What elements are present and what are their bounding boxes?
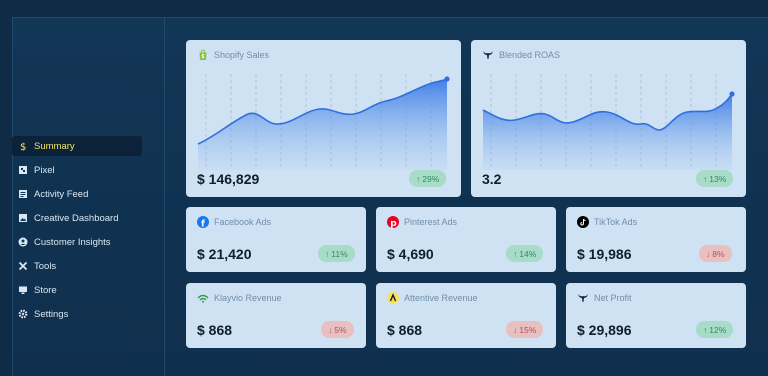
arrow-down-icon: ↓: [513, 324, 518, 335]
sidebar-item-label: Store: [34, 284, 57, 296]
store-icon: [18, 285, 28, 295]
arrow-up-icon: ↑: [513, 248, 518, 259]
tiktok-icon: [577, 216, 589, 228]
change-badge: ↑ 11%: [318, 245, 355, 262]
card-title: Blended ROAS: [499, 50, 561, 60]
triple-whale-icon: [577, 292, 589, 304]
card-title: Net Profit: [594, 293, 632, 303]
svg-text:$: $: [20, 142, 26, 151]
card-title: Facebook Ads: [214, 217, 272, 227]
svg-text:f: f: [201, 220, 205, 229]
blended-roas-sparkline: [482, 74, 735, 170]
shopify-icon: [197, 49, 209, 61]
klaviyo-icon: [197, 292, 209, 304]
tools-icon: [18, 261, 28, 271]
klaviyo-revenue-card[interactable]: Klayvio Revenue $ 868 ↓ 5%: [186, 283, 366, 348]
shopify-sales-sparkline: [197, 74, 450, 170]
feed-icon: [18, 189, 28, 199]
change-badge: ↓ 15%: [506, 321, 544, 338]
change-badge: ↑ 13%: [696, 170, 734, 187]
change-badge: ↓ 5%: [321, 321, 354, 338]
blended-roas-card[interactable]: Blended ROAS 3.2 ↑ 13%: [471, 40, 746, 197]
sidebar-item-pixel[interactable]: Pixel: [12, 160, 142, 180]
image-icon: [18, 213, 28, 223]
sidebar-item-tools[interactable]: Tools: [12, 256, 142, 276]
card-value: 3.2: [482, 171, 502, 187]
sidebar-item-label: Tools: [34, 260, 57, 272]
arrow-up-icon: ↑: [416, 173, 421, 184]
sidebar-item-label: Activity Feed: [34, 188, 89, 200]
arrow-down-icon: ↓: [706, 248, 711, 259]
card-value: $ 146,829: [197, 171, 260, 187]
arrow-down-icon: ↓: [328, 324, 333, 335]
pinterest-ads-card[interactable]: p Pinterest Ads $ 4,690 ↑ 14%: [376, 207, 556, 272]
card-title: Attentive Revenue: [404, 293, 478, 303]
pinterest-icon: p: [387, 216, 399, 228]
shopify-sales-card[interactable]: Shopify Sales $ 146,829 ↑ 29%: [186, 40, 461, 197]
card-title: Klayvio Revenue: [214, 293, 282, 303]
sidebar-item-store[interactable]: Store: [12, 280, 142, 300]
sidebar-item-label: Creative Dashboard: [34, 212, 119, 224]
sidebar-item-settings[interactable]: Settings: [12, 304, 142, 324]
user-icon: [18, 237, 28, 247]
tiktok-ads-card[interactable]: TikTok Ads $ 19,986 ↓ 8%: [566, 207, 746, 272]
card-title: Shopify Sales: [214, 50, 270, 60]
sidebar-item-summary[interactable]: $ Summary: [12, 136, 142, 156]
sidebar-item-label: Summary: [34, 140, 75, 152]
sidebar-item-label: Settings: [34, 308, 69, 320]
attentive-revenue-card[interactable]: Attentive Revenue $ 868 ↓ 15%: [376, 283, 556, 348]
card-value: $ 29,896: [577, 322, 632, 338]
gear-icon: [18, 309, 28, 319]
sidebar-item-creative-dashboard[interactable]: Creative Dashboard: [12, 208, 142, 228]
card-title: Pinterest Ads: [404, 217, 458, 227]
arrow-up-icon: ↑: [325, 248, 330, 259]
card-value: $ 19,986: [577, 246, 632, 262]
arrow-up-icon: ↑: [703, 324, 708, 335]
facebook-ads-card[interactable]: f Facebook Ads $ 21,420 ↑ 11%: [186, 207, 366, 272]
dollar-icon: $: [18, 141, 28, 151]
change-badge: ↑ 12%: [696, 321, 734, 338]
change-badge: ↓ 8%: [699, 245, 732, 262]
card-value: $ 21,420: [197, 246, 252, 262]
card-title: TikTok Ads: [594, 217, 638, 227]
sidebar-item-label: Pixel: [34, 164, 55, 176]
sidebar-item-customer-insights[interactable]: Customer Insights: [12, 232, 142, 252]
facebook-icon: f: [197, 216, 209, 228]
pixel-icon: [18, 165, 28, 175]
card-value: $ 4,690: [387, 246, 434, 262]
card-value: $ 868: [197, 322, 233, 338]
attentive-icon: [387, 292, 399, 304]
card-value: $ 868: [387, 322, 423, 338]
sidebar-nav: $ Summary Pixel Activity Feed Creative D…: [12, 136, 142, 328]
svg-text:p: p: [390, 219, 397, 228]
arrow-up-icon: ↑: [703, 173, 708, 184]
change-badge: ↑ 29%: [409, 170, 447, 187]
sidebar-item-activity-feed[interactable]: Activity Feed: [12, 184, 142, 204]
change-badge: ↑ 14%: [506, 245, 544, 262]
net-profit-card[interactable]: Net Profit $ 29,896 ↑ 12%: [566, 283, 746, 348]
triple-whale-icon: [482, 49, 494, 61]
sidebar-item-label: Customer Insights: [34, 236, 111, 248]
